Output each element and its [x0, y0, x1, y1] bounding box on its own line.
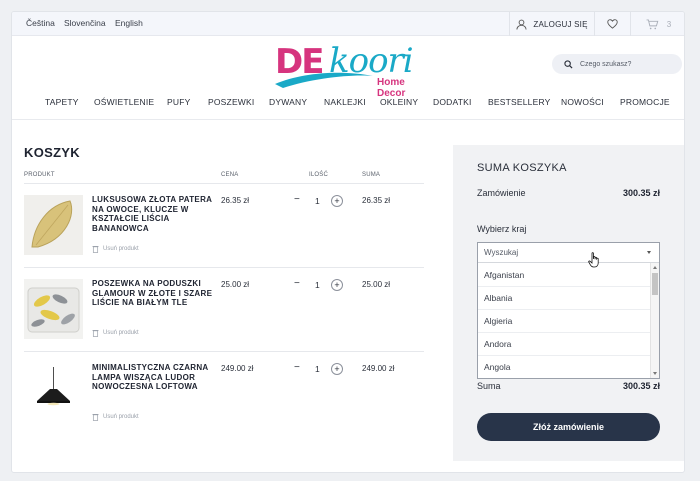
main-nav: TAPETY OŚWIETLENIE PUFY POSZEWKI DYWANY …	[12, 97, 684, 113]
user-icon	[516, 19, 527, 30]
product-sum: 26.35 zł	[362, 196, 391, 205]
scroll-up-icon[interactable]	[653, 266, 657, 269]
product-image-leaf-tray[interactable]	[24, 195, 83, 255]
nav-item-tapety[interactable]: TAPETY	[45, 97, 79, 107]
remove-product-button[interactable]: Usuń produkt	[92, 413, 139, 421]
product-price: 26.35 zł	[221, 196, 250, 205]
cart-summary: SUMA KOSZYKA Zamówienie 300.35 zł Wybier…	[453, 145, 684, 461]
qty-decrease-button[interactable]: −	[294, 194, 300, 205]
qty-value[interactable]: 1	[315, 280, 320, 290]
product-sum: 249.00 zł	[362, 364, 395, 373]
table-divider	[24, 183, 424, 184]
col-price: CENA	[221, 172, 239, 178]
remove-product-button[interactable]: Usuń produkt	[92, 329, 139, 337]
order-value: 300.35 zł	[622, 188, 660, 198]
country-option[interactable]: Algieria	[478, 310, 650, 333]
nav-item-promocje[interactable]: PROMOCJE	[620, 97, 670, 107]
scroll-down-icon[interactable]	[653, 372, 657, 375]
search-icon	[564, 59, 573, 69]
top-bar: Čeština Slovenčina English ZALOGUJ SIĘ 3	[12, 12, 684, 36]
nav-item-dodatki[interactable]: DODATKI	[433, 97, 472, 107]
product-image-lamp[interactable]	[24, 363, 83, 423]
qty-increase-button[interactable]: +	[331, 195, 343, 207]
nav-item-bestsellery[interactable]: BESTSELLERY	[488, 97, 551, 107]
remove-label: Usuń produkt	[103, 330, 139, 336]
qty-increase-button[interactable]: +	[331, 363, 343, 375]
remove-product-button[interactable]: Usuń produkt	[92, 245, 139, 253]
nav-item-nowosci[interactable]: NOWOŚCI	[561, 97, 604, 107]
product-name[interactable]: LUKSUSOWA ZŁOTA PATERA NA OWOCE, KLUCZE …	[92, 195, 217, 233]
country-search-input[interactable]: Wyszukaj	[478, 243, 659, 263]
country-search-placeholder: Wyszukaj	[484, 248, 519, 257]
row-divider	[24, 267, 424, 268]
qty-increase-button[interactable]: +	[331, 279, 343, 291]
product-name[interactable]: MINIMALISTYCZNA CZARNA LAMPA WISZĄCA LUD…	[92, 363, 217, 392]
nav-item-oswietlenie[interactable]: OŚWIETLENIE	[94, 97, 154, 107]
country-select-dropdown[interactable]: Wyszukaj Afganistan Albania Algieria And…	[477, 242, 660, 379]
product-image-pillow[interactable]	[24, 279, 83, 339]
lang-czech[interactable]: Čeština	[26, 18, 55, 28]
nav-divider	[12, 119, 684, 120]
nav-item-pufy[interactable]: PUFY	[167, 97, 190, 107]
nav-item-dywany[interactable]: DYWANY	[269, 97, 307, 107]
page-frame: Čeština Slovenčina English ZALOGUJ SIĘ 3…	[11, 11, 685, 473]
lang-english[interactable]: English	[115, 18, 143, 28]
qty-decrease-button[interactable]: −	[294, 362, 300, 373]
product-price: 25.00 zł	[221, 280, 250, 289]
country-option[interactable]: Afganistan	[478, 264, 650, 287]
cart-count: 3	[666, 19, 672, 29]
nav-item-okleiny[interactable]: OKLEINY	[380, 97, 418, 107]
trash-icon	[92, 330, 99, 337]
place-order-button[interactable]: Złóż zamówienie	[477, 413, 660, 441]
order-label: Zamówienie	[477, 188, 526, 198]
remove-label: Usuń produkt	[103, 414, 139, 420]
cart-icon	[646, 18, 659, 29]
nav-item-poszewki[interactable]: POSZEWKI	[208, 97, 254, 107]
col-product: PRODUKT	[24, 172, 55, 178]
trash-icon	[92, 246, 99, 253]
col-sum: SUMA	[362, 172, 381, 178]
login-button[interactable]: ZALOGUJ SIĘ	[509, 12, 595, 36]
col-qty: ILOŚĆ	[309, 172, 329, 178]
country-label: Wybierz kraj	[477, 224, 527, 234]
lang-slovak[interactable]: Slovenčina	[64, 18, 106, 28]
summary-title: SUMA KOSZYKA	[477, 162, 567, 174]
total-value: 300.35 zł	[622, 381, 660, 391]
logo-tagline: Home Decor	[377, 77, 406, 99]
heart-icon	[607, 19, 618, 29]
qty-value[interactable]: 1	[315, 364, 320, 374]
wishlist-button[interactable]	[595, 12, 631, 36]
country-option[interactable]: Albania	[478, 287, 650, 310]
country-option[interactable]: Angola	[478, 356, 650, 379]
trash-icon	[92, 414, 99, 421]
qty-decrease-button[interactable]: −	[294, 278, 300, 289]
remove-label: Usuń produkt	[103, 246, 139, 252]
scroll-thumb[interactable]	[652, 273, 658, 295]
logo[interactable]: DE koori Home Decor	[273, 40, 423, 99]
dropdown-scrollbar[interactable]	[650, 263, 659, 378]
chevron-down-icon[interactable]	[647, 251, 651, 254]
product-price: 249.00 zł	[221, 364, 254, 373]
product-name[interactable]: POSZEWKA NA PODUSZKI GLAMOUR W ZŁOTE I S…	[92, 279, 217, 308]
country-option[interactable]: Andora	[478, 333, 650, 356]
nav-item-naklejki[interactable]: NAKLEJKI	[324, 97, 366, 107]
product-sum: 25.00 zł	[362, 280, 391, 289]
page-title: KOSZYK	[24, 145, 80, 160]
login-label: ZALOGUJ SIĘ	[533, 19, 588, 29]
qty-value[interactable]: 1	[315, 196, 320, 206]
total-label: Suma	[477, 381, 501, 391]
row-divider	[24, 351, 424, 352]
search-input[interactable]: Czego szukasz?	[552, 54, 682, 74]
cart-button[interactable]: 3	[631, 12, 684, 36]
hand-cursor-icon	[588, 252, 599, 268]
search-placeholder: Czego szukasz?	[580, 60, 632, 68]
